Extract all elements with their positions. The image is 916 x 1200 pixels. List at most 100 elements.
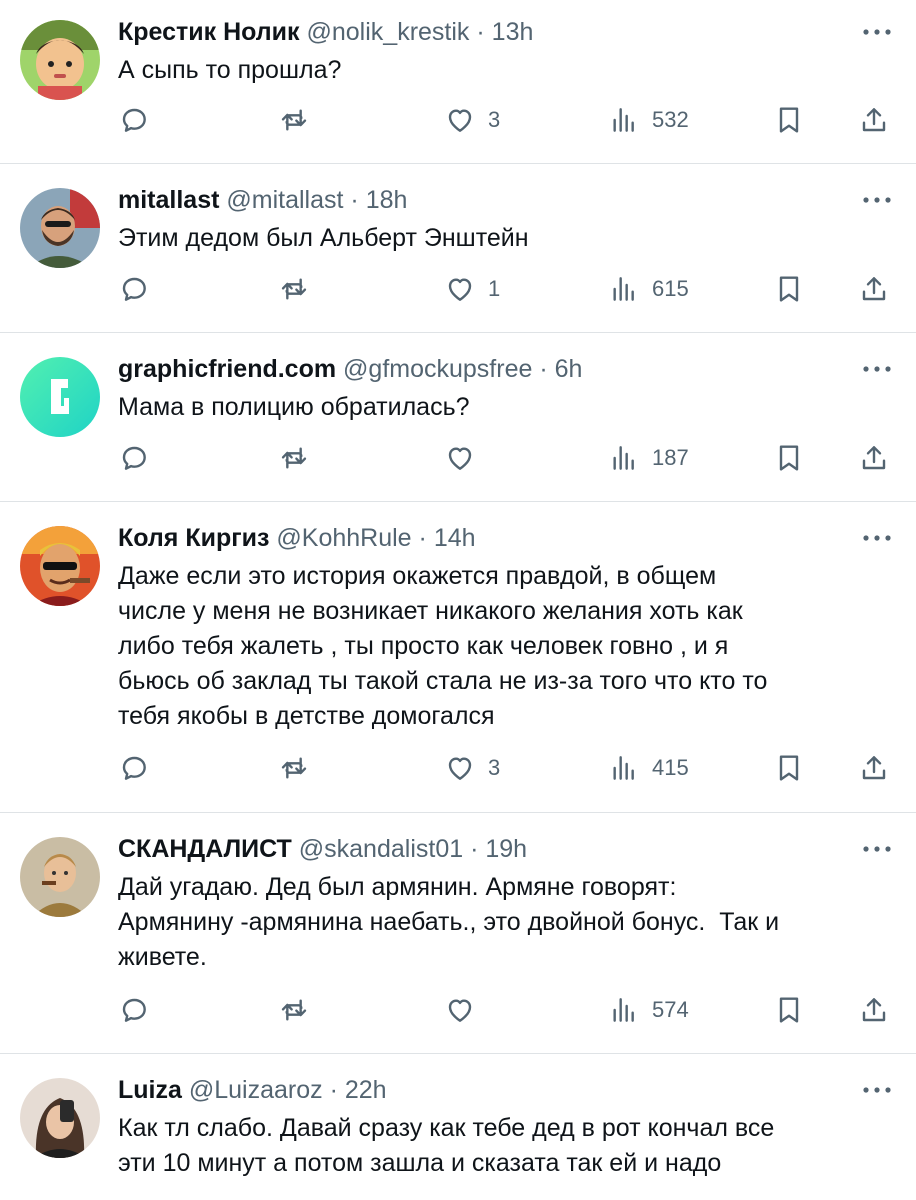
author-handle[interactable]: @gfmockupsfree bbox=[343, 355, 532, 383]
author-name[interactable]: Крестик Нолик bbox=[118, 18, 300, 46]
reply-button[interactable] bbox=[118, 748, 150, 788]
tweet[interactable]: mitallast @mitallast · 18h Этим дедом бы… bbox=[0, 164, 916, 333]
author-handle[interactable]: @nolik_krestik bbox=[307, 18, 470, 46]
reply-button[interactable] bbox=[118, 990, 150, 1030]
bookmark-button[interactable] bbox=[773, 100, 805, 140]
timestamp[interactable]: 14h bbox=[434, 524, 476, 552]
views-icon bbox=[613, 446, 634, 470]
retweet-button[interactable] bbox=[278, 269, 310, 309]
reply-icon bbox=[122, 446, 146, 470]
author-name[interactable]: mitallast bbox=[118, 186, 219, 214]
retweet-button[interactable] bbox=[278, 100, 310, 140]
reply-icon bbox=[122, 108, 146, 132]
tweet-text: Этим дедом был Альберт Энштейн bbox=[118, 221, 898, 256]
heart-icon bbox=[448, 447, 472, 470]
retweet-button[interactable] bbox=[278, 438, 310, 478]
author-name[interactable]: graphicfriend.com bbox=[118, 355, 336, 383]
like-count: 1 bbox=[488, 276, 501, 301]
timestamp[interactable]: 6h bbox=[555, 355, 583, 383]
more-options-icon[interactable] bbox=[862, 364, 892, 374]
timestamp[interactable]: 22h bbox=[345, 1076, 387, 1104]
timestamp[interactable]: 18h bbox=[366, 186, 408, 214]
bookmark-button[interactable] bbox=[773, 990, 805, 1030]
retweet-icon bbox=[281, 109, 307, 131]
tweet-text-line: тебя якобы в детстве домогался bbox=[118, 702, 495, 730]
author-handle[interactable]: @Luizaaroz bbox=[189, 1076, 323, 1104]
avatar[interactable] bbox=[20, 837, 100, 917]
views-icon bbox=[613, 277, 634, 301]
avatar[interactable] bbox=[20, 526, 100, 606]
retweet-button[interactable] bbox=[278, 990, 310, 1030]
separator: · bbox=[470, 835, 479, 863]
more-options-icon[interactable] bbox=[862, 844, 892, 854]
share-button[interactable] bbox=[858, 100, 890, 140]
avatar[interactable] bbox=[20, 1078, 100, 1158]
retweet-icon bbox=[281, 999, 307, 1021]
bookmark-icon bbox=[779, 107, 799, 133]
reply-button[interactable] bbox=[118, 438, 150, 478]
tweet-text: Дай угадаю. Дед был армянин. Армяне гово… bbox=[118, 870, 898, 975]
separator: · bbox=[539, 355, 548, 383]
tweet-text-line: Как тл слабо. Давай сразу как тебе дед в… bbox=[118, 1114, 775, 1142]
reply-button[interactable] bbox=[118, 269, 150, 309]
tweet[interactable]: Luiza @Luizaaroz · 22h Как тл слабо. Дав… bbox=[0, 1054, 916, 1200]
tweet[interactable]: Крестик Нолик @nolik_krestik · 13h А сып… bbox=[0, 0, 916, 164]
author-handle[interactable]: @skandalist01 bbox=[299, 835, 463, 863]
share-button[interactable] bbox=[858, 748, 890, 788]
views-button[interactable]: 532 bbox=[608, 100, 689, 140]
bookmark-button[interactable] bbox=[773, 438, 805, 478]
separator: · bbox=[476, 18, 485, 46]
tweet-text-line: живете. bbox=[118, 943, 207, 971]
reply-icon bbox=[122, 998, 146, 1022]
reply-icon bbox=[122, 277, 146, 301]
more-options-icon[interactable] bbox=[862, 27, 892, 37]
views-button[interactable]: 615 bbox=[608, 269, 689, 309]
author-handle[interactable]: @mitallast bbox=[226, 186, 343, 214]
author-name[interactable]: Luiza bbox=[118, 1076, 182, 1104]
more-options-icon[interactable] bbox=[862, 533, 892, 543]
tweet[interactable]: СКАНДАЛИСТ @skandalist01 · 19h Дай угада… bbox=[0, 813, 916, 1054]
author-handle[interactable]: @KohhRule bbox=[276, 524, 411, 552]
like-button[interactable] bbox=[444, 990, 488, 1030]
tweet[interactable]: Коля Киргиз @KohhRule · 14h Даже если эт… bbox=[0, 502, 916, 813]
share-icon bbox=[862, 756, 886, 780]
heart-icon bbox=[448, 999, 472, 1022]
like-button[interactable]: 3 bbox=[444, 100, 500, 140]
avatar[interactable] bbox=[20, 20, 100, 100]
like-button[interactable]: 3 bbox=[444, 748, 500, 788]
tweet[interactable]: graphicfriend.com @gfmockupsfree · 6h Ма… bbox=[0, 333, 916, 502]
author-name[interactable]: СКАНДАЛИСТ bbox=[118, 835, 292, 863]
tweet-text: Даже если это история окажется правдой, … bbox=[118, 559, 898, 734]
tweet-text-line: Даже если это история окажется правдой, … bbox=[118, 562, 717, 590]
retweet-button[interactable] bbox=[278, 748, 310, 788]
tweet-text: Мама в полицию обратилась? bbox=[118, 390, 898, 425]
like-button[interactable] bbox=[444, 438, 488, 478]
tweet-text: Как тл слабо. Давай сразу как тебе дед в… bbox=[118, 1111, 898, 1181]
more-options-icon[interactable] bbox=[862, 1085, 892, 1095]
reply-icon bbox=[122, 756, 146, 780]
bookmark-icon bbox=[779, 276, 799, 302]
share-button[interactable] bbox=[858, 438, 890, 478]
timestamp[interactable]: 19h bbox=[485, 835, 527, 863]
like-button[interactable]: 1 bbox=[444, 269, 500, 309]
views-button[interactable]: 187 bbox=[608, 438, 689, 478]
avatar[interactable] bbox=[20, 357, 100, 437]
views-icon bbox=[613, 108, 634, 132]
reply-button[interactable] bbox=[118, 100, 150, 140]
share-icon bbox=[862, 277, 886, 301]
more-options-icon[interactable] bbox=[862, 195, 892, 205]
views-button[interactable]: 415 bbox=[608, 748, 689, 788]
bookmark-button[interactable] bbox=[773, 748, 805, 788]
bookmark-button[interactable] bbox=[773, 269, 805, 309]
avatar[interactable] bbox=[20, 188, 100, 268]
timestamp[interactable]: 13h bbox=[492, 18, 534, 46]
like-count: 3 bbox=[488, 755, 501, 780]
tweet-actions: 3 532 bbox=[0, 100, 916, 140]
tweet-actions: 187 bbox=[0, 438, 916, 478]
bookmark-icon bbox=[779, 755, 799, 781]
share-button[interactable] bbox=[858, 269, 890, 309]
retweet-icon bbox=[281, 447, 307, 469]
author-name[interactable]: Коля Киргиз bbox=[118, 524, 269, 552]
share-button[interactable] bbox=[858, 990, 890, 1030]
views-button[interactable]: 574 bbox=[608, 990, 689, 1030]
